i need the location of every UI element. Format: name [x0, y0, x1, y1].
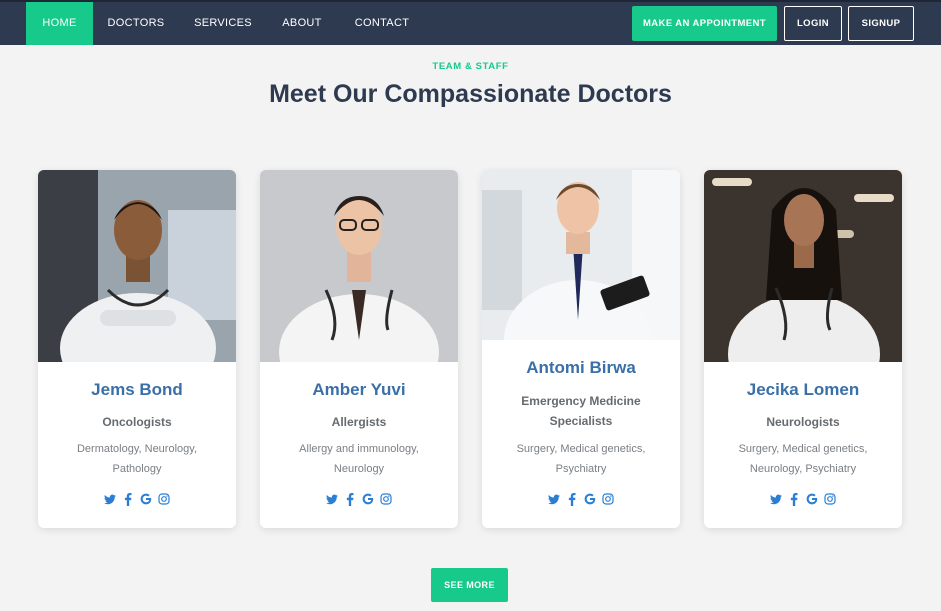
twitter-icon[interactable]: [104, 492, 117, 506]
see-more-button[interactable]: SEE MORE: [431, 568, 508, 602]
doctor-name[interactable]: Jecika Lomen: [704, 380, 902, 400]
doctor-portrait-image: [38, 170, 236, 362]
doctor-name[interactable]: Jems Bond: [38, 380, 236, 400]
doctor-photo: [482, 170, 680, 340]
doctor-areas: Dermatology, Neurology, Pathology: [76, 443, 198, 475]
google-icon[interactable]: [362, 492, 375, 506]
doctor-specialty: Neurologists: [766, 415, 840, 429]
doctor-name[interactable]: Amber Yuvi: [260, 380, 458, 400]
nav-item-home[interactable]: HOME: [26, 2, 93, 45]
top-navbar: HOME DOCTORS SERVICES ABOUT CONTACT MAKE…: [0, 0, 941, 45]
login-button[interactable]: LOGIN: [784, 6, 842, 41]
doctor-specialty: Oncologists: [102, 415, 172, 429]
social-links: [482, 492, 680, 508]
google-icon[interactable]: [584, 492, 597, 506]
instagram-icon[interactable]: [824, 492, 837, 506]
facebook-icon[interactable]: [344, 492, 357, 506]
nav-item-contact[interactable]: CONTACT: [348, 2, 416, 45]
twitter-icon[interactable]: [548, 492, 561, 506]
instagram-icon[interactable]: [602, 492, 615, 506]
signup-button[interactable]: SIGNUP: [848, 6, 914, 41]
facebook-icon[interactable]: [122, 492, 135, 506]
doctor-name[interactable]: Antomi Birwa: [482, 358, 680, 378]
nav-item-about[interactable]: ABOUT: [276, 2, 328, 45]
doctor-photo: [260, 170, 458, 362]
social-links: [704, 492, 902, 508]
doctor-card[interactable]: Jecika Lomen Neurologists Surgery, Medic…: [704, 170, 902, 528]
social-links: [260, 492, 458, 508]
doctor-photo: [38, 170, 236, 362]
doctor-areas: Surgery, Medical genetics, Psychiatry: [516, 443, 646, 475]
doctor-portrait-image: [704, 170, 902, 362]
section-eyebrow: TEAM & STAFF: [432, 61, 509, 72]
nav-item-doctors[interactable]: DOCTORS: [100, 2, 172, 45]
make-appointment-button[interactable]: MAKE AN APPOINTMENT: [632, 6, 777, 41]
instagram-icon[interactable]: [380, 492, 393, 506]
doctor-card[interactable]: Antomi Birwa Emergency Medicine Speciali…: [482, 170, 680, 528]
social-links: [38, 492, 236, 508]
doctor-portrait-image: [260, 170, 458, 362]
twitter-icon[interactable]: [326, 492, 339, 506]
section-title: Meet Our Compassionate Doctors: [269, 80, 672, 108]
doctor-areas: Allergy and immunology, Neurology: [299, 443, 419, 475]
doctor-specialty: Allergists: [331, 415, 387, 429]
doctor-portrait-image: [482, 170, 680, 340]
doctor-areas: Surgery, Medical genetics, Neurology, Ps…: [738, 443, 868, 475]
facebook-icon[interactable]: [788, 492, 801, 506]
doctor-card[interactable]: Amber Yuvi Allergists Allergy and immuno…: [260, 170, 458, 528]
doctor-specialty: Emergency Medicine Specialists: [521, 394, 641, 428]
instagram-icon[interactable]: [158, 492, 171, 506]
facebook-icon[interactable]: [566, 492, 579, 506]
doctor-card[interactable]: Jems Bond Oncologists Dermatology, Neuro…: [38, 170, 236, 528]
nav-item-services[interactable]: SERVICES: [188, 2, 258, 45]
twitter-icon[interactable]: [770, 492, 783, 506]
google-icon[interactable]: [140, 492, 153, 506]
doctor-photo: [704, 170, 902, 362]
google-icon[interactable]: [806, 492, 819, 506]
